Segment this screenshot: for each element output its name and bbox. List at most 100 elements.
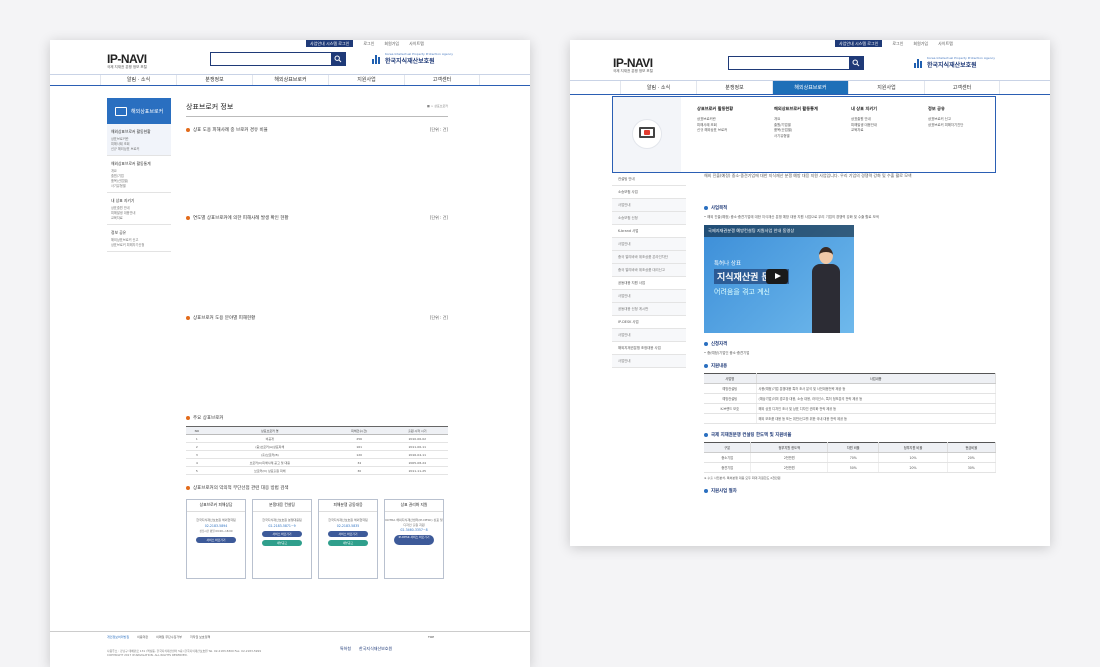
email-refuse-link[interactable]: 이메일 무단수집거부 [156,635,182,639]
card-service-button[interactable]: 서비스 바로가기 [328,530,368,537]
login-link[interactable]: 로그인 [892,40,903,47]
logo-text: IP-NAVI [107,52,147,66]
card-service-button[interactable]: 서비스 바로가기 [196,537,236,543]
card-notice-button[interactable]: 세부공고 [262,539,302,546]
gnb-broker[interactable]: 해외상표브로커 [772,81,848,94]
side-nav-title: 해외상표브로커 [131,108,164,115]
side-nav-item[interactable]: 사업안내 [612,329,686,342]
side-nav-item[interactable]: 공동대응 신청 게시판 [612,303,686,316]
table-cell: 브로커(C)피해사례 공고 및 대응 [207,458,332,467]
gnb-support[interactable]: 지원사업 [848,81,924,94]
ip-navi-logo[interactable]: IP-NAVI 국제 지재권 분쟁 정보 포털 [107,52,147,70]
bullet-icon [186,316,190,320]
side-nav-item[interactable]: 소송보험 신청 [612,212,686,225]
search-input[interactable] [728,56,864,70]
video-caption-3: 어려움을 겪고 계신 [714,288,770,296]
footer: 개인정보처리방침 이용약관 이메일 무단수집거부 저작권 보호정책 TOP 사용… [50,631,530,667]
search-input[interactable] [210,52,346,66]
side-nav-sub[interactable]: 사기유형별 [111,184,167,189]
sitemap-link[interactable]: 사이트맵 [409,40,424,47]
card-ipdesk-button[interactable]: IP-DESK 서비스 바로가기 [394,535,434,545]
kipo-logo[interactable]: Korea Intellectual Property Protection A… [914,56,995,69]
table-cell: 20% [947,452,997,463]
side-nav-item[interactable]: 내 상표 지키기 [111,196,167,206]
side-nav-item[interactable]: 컨설팅 안내 [612,173,686,186]
gnb-news[interactable]: 알림 · 소식 [100,75,176,85]
side-nav-item[interactable]: IP-DESK 사업 [612,316,686,329]
play-icon[interactable] [766,269,788,284]
side-nav-item[interactable]: 해외지재권분쟁 조정대응 사업 [612,342,686,355]
side-nav-item[interactable]: 공동대응 지원 사업 [612,277,686,290]
table-cell: (예상기업)이미 경고장 대응, 소송 대응, 라이선스, 특허 정보분석 전략… [756,393,996,404]
side-nav-item[interactable]: 해외상표브로커 활동현황 [111,127,167,137]
card-tel: 02-2183-5835 [336,523,360,528]
search-button[interactable] [331,53,345,65]
sitemap-link[interactable]: 사이트맵 [938,40,953,47]
bullet-icon [704,342,708,346]
side-nav-section: 정보 공유 해외상표브로커 신고 상표브로커 피해자기신청 [107,225,171,252]
section-title: 국제 지재권분쟁 컨설팅 한도액 및 지원비율 [711,433,792,438]
main-content: 상표브로커 정보 ■ > 상표브로커 상표 도용 피해사례 중 브로커 경유 비… [186,102,448,579]
card-notice-button[interactable]: 세부공고 [328,539,368,546]
card-tel: 02-2183-5871~9 [268,523,296,528]
mega-col-title[interactable]: 상표브로커 활동현황 [697,106,772,112]
koipa-logo: 한국지식재산보호원 [359,646,393,651]
gnb-broker[interactable]: 해외상표브로커 [252,75,328,85]
side-nav-item[interactable]: 사업안내 [612,290,686,303]
side-nav-item[interactable]: 사업안내 [612,199,686,212]
table-header: 자원 비율 [827,442,880,453]
signup-link[interactable]: 회원가입 [384,40,399,47]
side-nav-sub[interactable]: 상표브로커 피해자기신청 [111,243,167,248]
search-button[interactable] [849,57,863,69]
card-service-button[interactable]: 서비스 바로가기 [262,530,302,537]
gnb-support[interactable]: 지원사업 [328,75,404,85]
response-cards: 상표브로커 피해상담 한국지식재산보호원 해외협력팀 02-2183-5894 … [186,499,448,579]
gnb-news[interactable]: 알림 · 소식 [620,81,696,94]
privacy-link[interactable]: 개인정보처리방침 [107,635,129,639]
bullet-icon [186,416,190,420]
kipo-office-logo: 특허청 [340,646,352,651]
gnb-customer[interactable]: 고객센터 [924,81,1000,94]
side-nav-sub[interactable]: 신규 해외상표 브로커 [111,147,167,152]
system-login-link[interactable]: 사업안내 시스템 로그인 [306,40,354,47]
mega-col-title[interactable]: 정보 공유 [928,106,1003,112]
gnb-customer[interactable]: 고객센터 [404,75,480,85]
chart1-title-text: 상표 도용 피해사례 중 브로커 경유 비율 [193,128,268,133]
copyright-link[interactable]: 저작권 보호정책 [190,635,210,639]
side-nav-item[interactable]: 중국 알리바바 위조상품 온라인차단 [612,251,686,264]
table-cell: 예방컨설팅 [704,383,757,394]
side-nav-sub[interactable]: 교육자료 [111,216,167,221]
mega-col-title[interactable]: 내 상표 지키기 [851,106,926,112]
gnb-dispute[interactable]: 분쟁정보 [696,81,772,94]
table-row: 1 비공개 256 2010-06-02 [186,434,448,443]
video-player[interactable]: 국제지재권분쟁 예방컨설팅 지원사업 안내 동영상 특허나 상표 지식재산권 문… [704,225,854,333]
chart2-title: 연도별 상표브로커에 의한 피해사례 발생 확인 현황 [단위 : 건] [186,215,448,221]
kipo-logo[interactable]: Korea Intellectual Property Protection A… [372,52,453,65]
mega-col-title[interactable]: 해외상표브로커 활동통계 [774,106,849,112]
mega-item[interactable]: 신규 해외상표 브로커 [697,128,772,134]
ip-navi-logo[interactable]: IP-NAVI 국제 지재권 분쟁 정보 포털 [613,56,653,74]
side-nav-item[interactable]: 해외상표브로커 활동통계 [111,159,167,169]
terms-link[interactable]: 이용약관 [137,635,148,639]
section-support: 지원내용 [704,363,996,369]
side-nav-item[interactable]: 정보 공유 [111,228,167,238]
top-button[interactable]: TOP [428,635,434,639]
table-cell: 30 [331,466,387,475]
side-nav-item[interactable]: 중국 알리바바 위조상품 대리신고 [612,264,686,277]
main-content: 해외 진출(예정) 중소·중견기업에 대한 지식재산 분쟁 예방 대응 지원 사… [704,173,997,494]
mega-item[interactable]: 사기유형별 [774,134,849,140]
side-nav-item[interactable]: 사업안내 [612,355,686,368]
mega-item[interactable]: 상표브로커 피해자기진단 [928,123,1003,129]
side-nav-section: 내 상표 지키기 상표출원 안내 피해발생 대응안내 교육자료 [107,193,171,225]
side-nav-item[interactable]: 사업안내 [612,238,686,251]
card-head: 피해분쟁 공동대응 [319,502,377,512]
table-cell: 2천만원 [750,452,829,463]
gnb-dispute[interactable]: 분쟁정보 [176,75,252,85]
utility-bar: 사업안내 시스템 로그인 로그인 회원가입 사이트맵 [835,40,953,47]
side-nav-item[interactable]: K-brand 사업 [612,225,686,238]
side-nav-item[interactable]: 소송보험 사업 [612,186,686,199]
signup-link[interactable]: 회원가입 [913,40,928,47]
mega-item[interactable]: 교육자료 [851,128,926,134]
login-link[interactable]: 로그인 [363,40,374,47]
system-login-link[interactable]: 사업안내 시스템 로그인 [835,40,883,47]
